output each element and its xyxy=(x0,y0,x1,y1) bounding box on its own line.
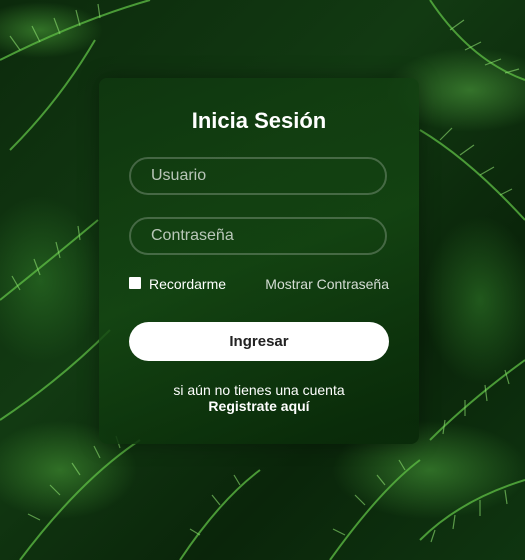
login-card: Inicia Sesión Recordarme Mostrar Contras… xyxy=(99,78,419,444)
no-account-text: si aún no tienes una cuenta xyxy=(173,382,345,398)
login-options: Recordarme Mostrar Contraseña xyxy=(129,276,389,292)
show-password-toggle[interactable]: Mostrar Contraseña xyxy=(265,276,389,292)
register-prompt: si aún no tienes una cuenta Registrate a… xyxy=(99,382,419,414)
username-input[interactable] xyxy=(129,157,387,195)
remember-checkbox[interactable] xyxy=(129,277,141,289)
password-input[interactable] xyxy=(129,217,387,255)
remember-label[interactable]: Recordarme xyxy=(149,276,226,292)
login-button[interactable]: Ingresar xyxy=(129,322,389,361)
register-link[interactable]: Registrate aquí xyxy=(99,398,419,414)
login-title: Inicia Sesión xyxy=(191,108,327,133)
